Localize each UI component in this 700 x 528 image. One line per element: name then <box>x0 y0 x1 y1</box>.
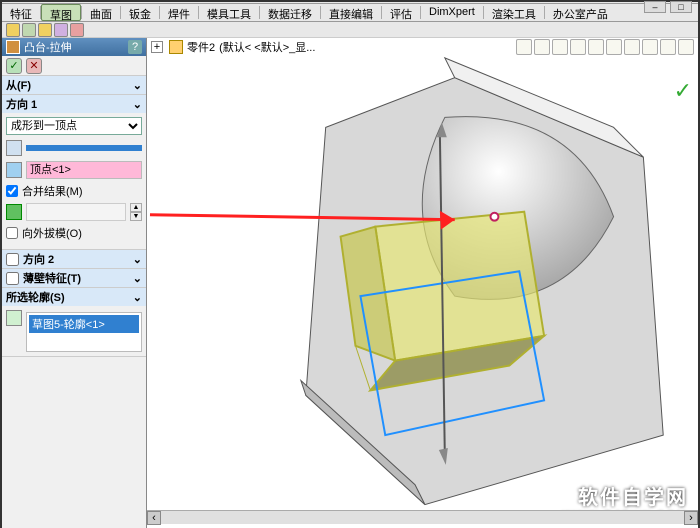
feature-manager-tabs <box>2 22 698 38</box>
fm-tab-4-icon[interactable] <box>54 23 68 37</box>
feature-title-bar: 凸台-拉伸 ? <box>2 38 146 56</box>
ok-button[interactable]: ✓ <box>6 58 22 74</box>
chevron-down-icon: ⌄ <box>133 79 142 92</box>
selected-contours-header[interactable]: 所选轮廓(S) ⌄ <box>2 288 146 306</box>
thin-feature-header[interactable]: 薄壁特征(T) ⌄ <box>2 269 146 287</box>
vertex-icon <box>6 162 22 178</box>
fm-tab-1-icon[interactable] <box>6 23 20 37</box>
spinner-up-icon[interactable]: ▲ <box>130 203 142 212</box>
spinner-down-icon[interactable]: ▼ <box>130 212 142 221</box>
draft-icon[interactable] <box>6 204 22 220</box>
fm-tab-2-icon[interactable] <box>22 23 36 37</box>
scroll-right-button[interactable]: › <box>684 511 698 525</box>
draft-outward-label: 向外拔模(O) <box>22 225 82 241</box>
from-section: 从(F) ⌄ <box>2 76 146 95</box>
extrude-icon <box>6 40 20 54</box>
draft-angle-input[interactable] <box>26 203 126 221</box>
direction2-section: 方向 2 ⌄ <box>2 250 146 269</box>
feature-title: 凸台-拉伸 <box>24 39 72 55</box>
scroll-left-button[interactable]: ‹ <box>147 511 161 525</box>
from-header[interactable]: 从(F) ⌄ <box>2 76 146 94</box>
titlebar-remnant: – □ <box>2 2 698 4</box>
tab-office[interactable]: 办公室产品 <box>545 4 616 21</box>
thin-feature-section: 薄壁特征(T) ⌄ <box>2 269 146 288</box>
horizontal-scrollbar[interactable]: ‹ › <box>147 510 698 524</box>
thin-feature-checkbox[interactable] <box>6 272 19 285</box>
tab-datamig[interactable]: 数据迁移 <box>260 4 320 21</box>
tab-surface[interactable]: 曲面 <box>82 4 120 21</box>
contour-list[interactable]: 草图5-轮廓<1> <box>26 312 142 352</box>
help-button[interactable]: ? <box>128 40 142 54</box>
tab-weldment[interactable]: 焊件 <box>160 4 198 21</box>
tab-mold[interactable]: 模具工具 <box>199 4 259 21</box>
chevron-down-icon: ⌄ <box>133 98 142 111</box>
tab-sketch[interactable]: 草图 <box>41 4 81 21</box>
draft-outward-checkbox[interactable] <box>6 227 18 239</box>
merge-results-label: 合并结果(M) <box>22 183 83 199</box>
contour-icon <box>6 310 22 326</box>
command-manager-tabs: 特征 草图 曲面 钣金 焊件 模具工具 数据迁移 直接编辑 评估 DimXper… <box>2 4 698 22</box>
confirm-row: ✓ ✕ <box>2 56 146 76</box>
list-item[interactable]: 草图5-轮廓<1> <box>29 315 139 333</box>
fm-tab-3-icon[interactable] <box>38 23 52 37</box>
chevron-down-icon: ⌄ <box>133 253 142 266</box>
tab-directedit[interactable]: 直接编辑 <box>321 4 381 21</box>
min-button[interactable]: – <box>644 1 666 13</box>
selected-vertex-marker <box>490 213 498 221</box>
tab-evaluate[interactable]: 评估 <box>382 4 420 21</box>
selected-contours-section: 所选轮廓(S) ⌄ 草图5-轮廓<1> <box>2 288 146 357</box>
cancel-button[interactable]: ✕ <box>26 58 42 74</box>
chevron-down-icon: ⌄ <box>133 272 142 285</box>
end-condition-select[interactable]: 成形到一顶点 <box>6 117 142 135</box>
property-manager: 凸台-拉伸 ? ✓ ✕ 从(F) ⌄ 方向 1 ⌄ 成形到一顶点 <box>2 38 147 528</box>
max-button[interactable]: □ <box>670 1 692 13</box>
direction2-checkbox[interactable] <box>6 253 19 266</box>
graphics-viewport[interactable]: + 零件2 (默认< <默认>_显... <box>147 38 698 528</box>
merge-results-checkbox[interactable] <box>6 185 18 197</box>
tab-features[interactable]: 特征 <box>2 4 40 21</box>
tab-dimxpert[interactable]: DimXpert <box>421 4 483 21</box>
model-canvas[interactable] <box>147 38 698 524</box>
direction-color-indicator <box>26 145 142 151</box>
tab-sheetmetal[interactable]: 钣金 <box>121 4 159 21</box>
vertex-input[interactable]: 顶点<1> <box>26 161 142 179</box>
reverse-direction-icon[interactable] <box>6 140 22 156</box>
direction1-section: 方向 1 ⌄ 成形到一顶点 顶点<1> 合并结果(M) <box>2 95 146 250</box>
tab-render[interactable]: 渲染工具 <box>484 4 544 21</box>
confirmation-corner-ok[interactable]: ✓ <box>674 78 692 104</box>
direction2-header[interactable]: 方向 2 ⌄ <box>2 250 146 268</box>
fm-tab-5-icon[interactable] <box>70 23 84 37</box>
direction1-header[interactable]: 方向 1 ⌄ <box>2 95 146 113</box>
chevron-down-icon: ⌄ <box>133 291 142 304</box>
